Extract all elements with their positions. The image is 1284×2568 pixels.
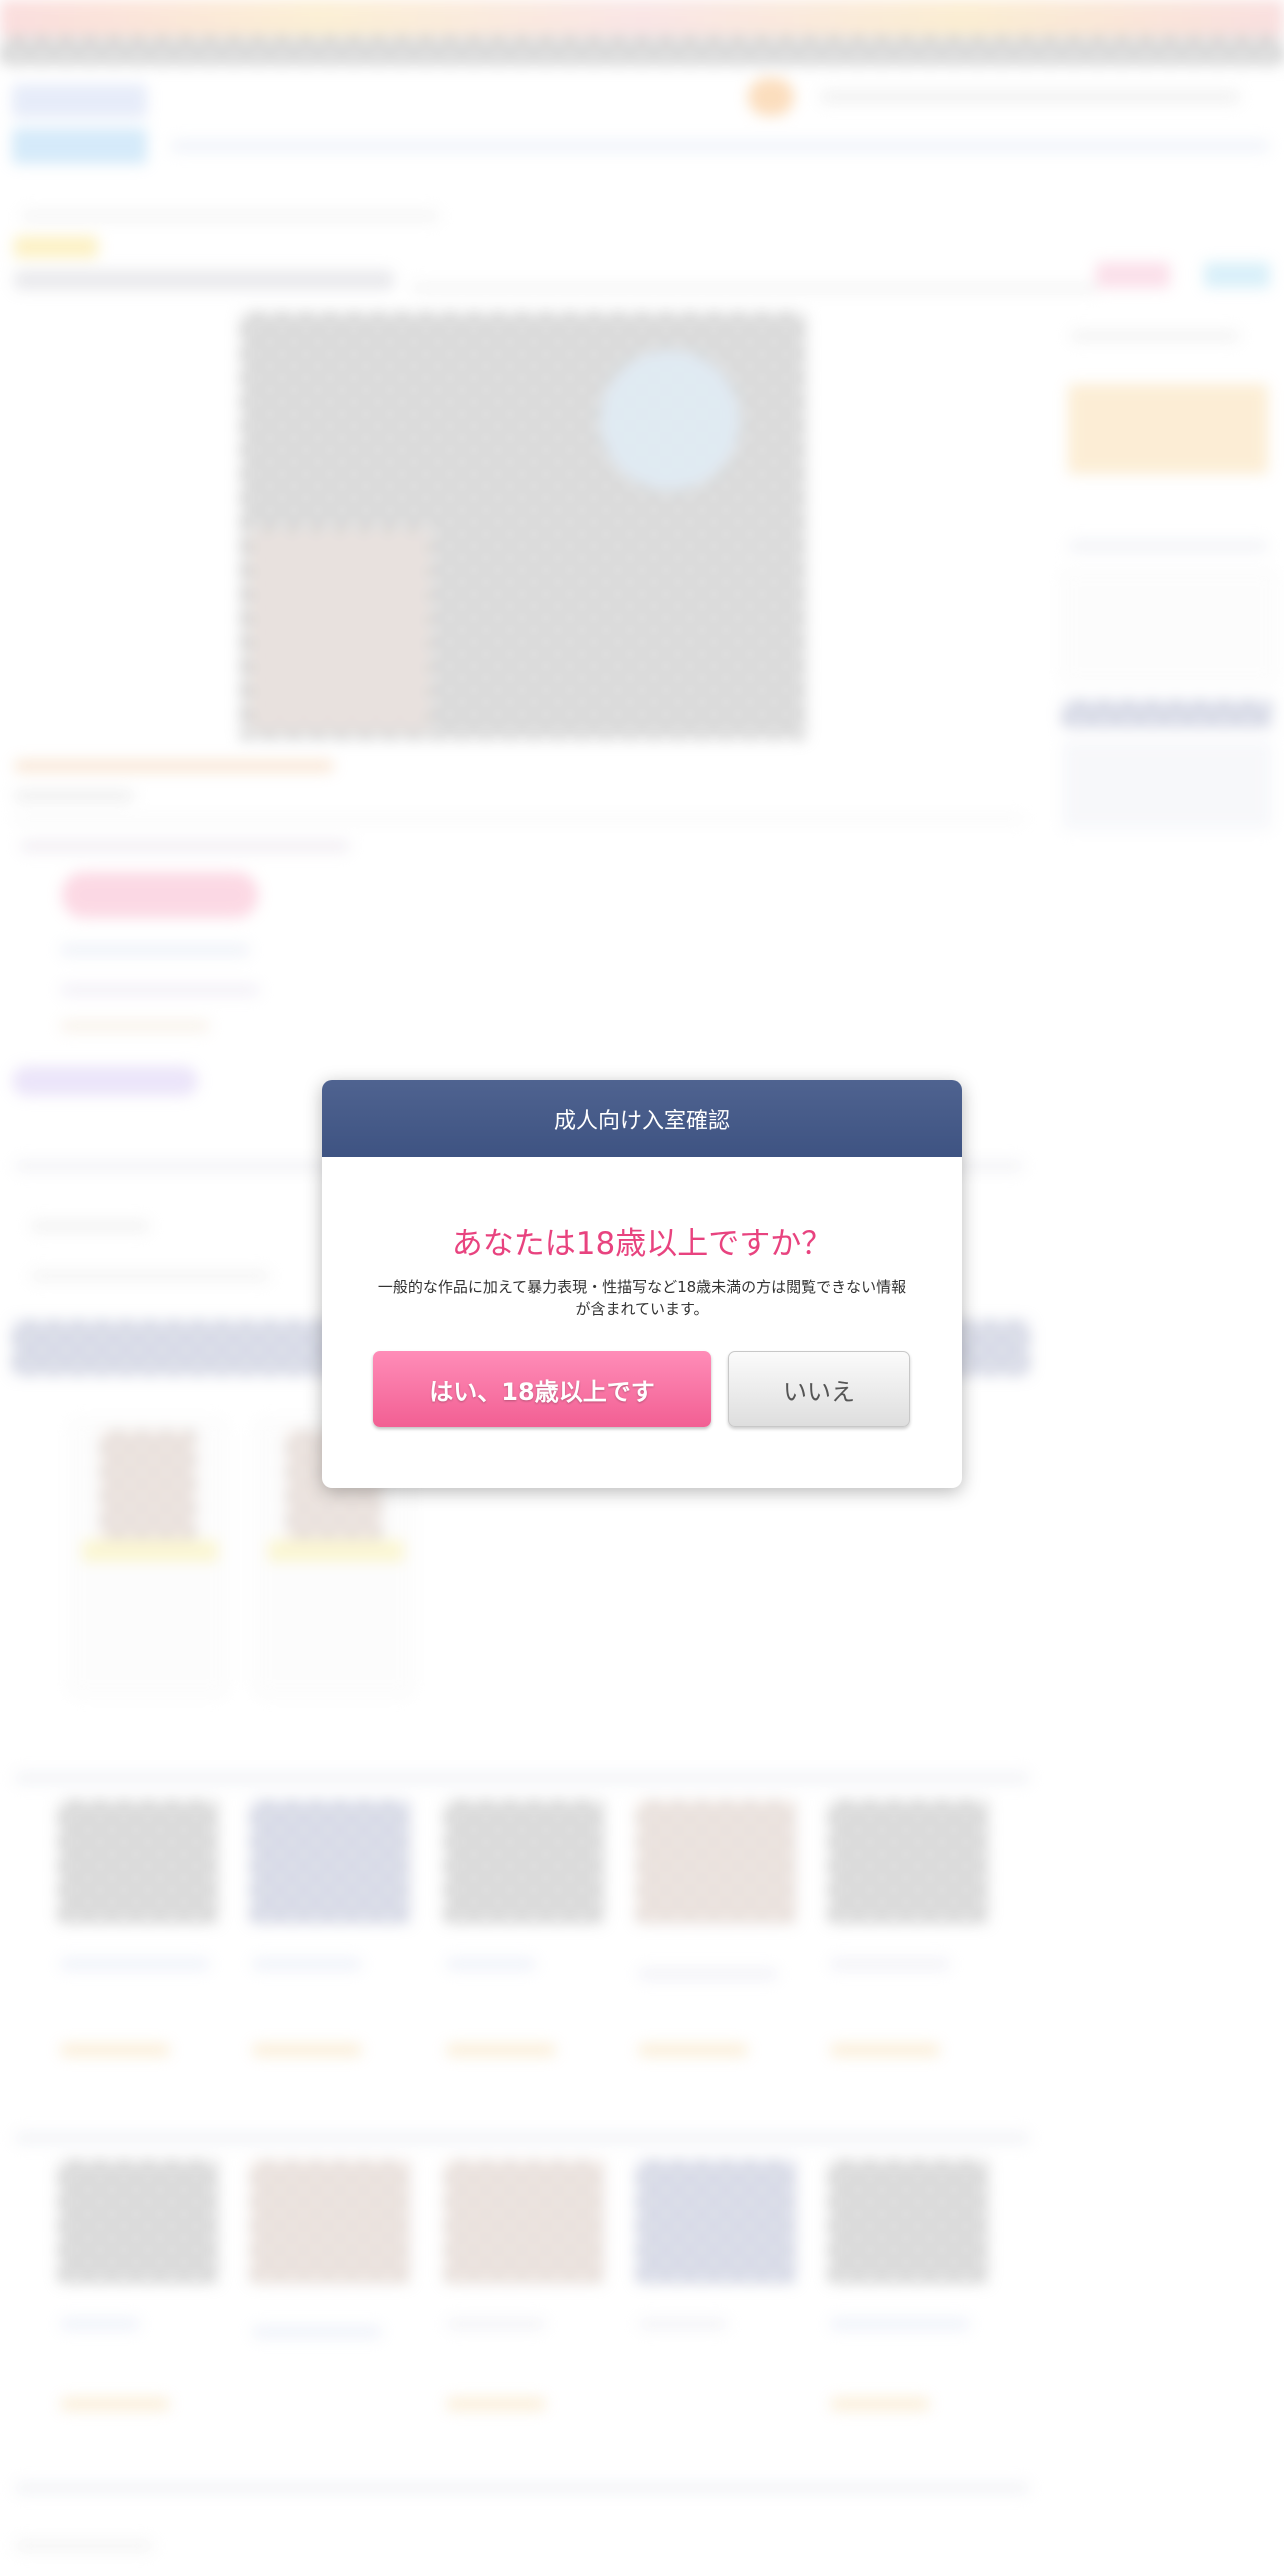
age-question: あなたは18歳以上ですか？: [451, 1226, 833, 1262]
decline-button[interactable]: いいえ: [728, 1351, 910, 1427]
content-notice: 一般的な作品に加えて暴力表現・性描写など18歳未満の方は閲覧できない情報が含まれ…: [377, 1278, 907, 1318]
age-verification-dialog: 成人向け入室確認 あなたは18歳以上ですか？ 一般的な作品に加えて暴力表現・性描…: [322, 1080, 962, 1488]
dialog-title: 成人向け入室確認: [553, 1108, 730, 1134]
dialog-header: 成人向け入室確認: [322, 1080, 962, 1157]
confirm-adult-button[interactable]: はい、18歳以上です: [373, 1351, 711, 1427]
